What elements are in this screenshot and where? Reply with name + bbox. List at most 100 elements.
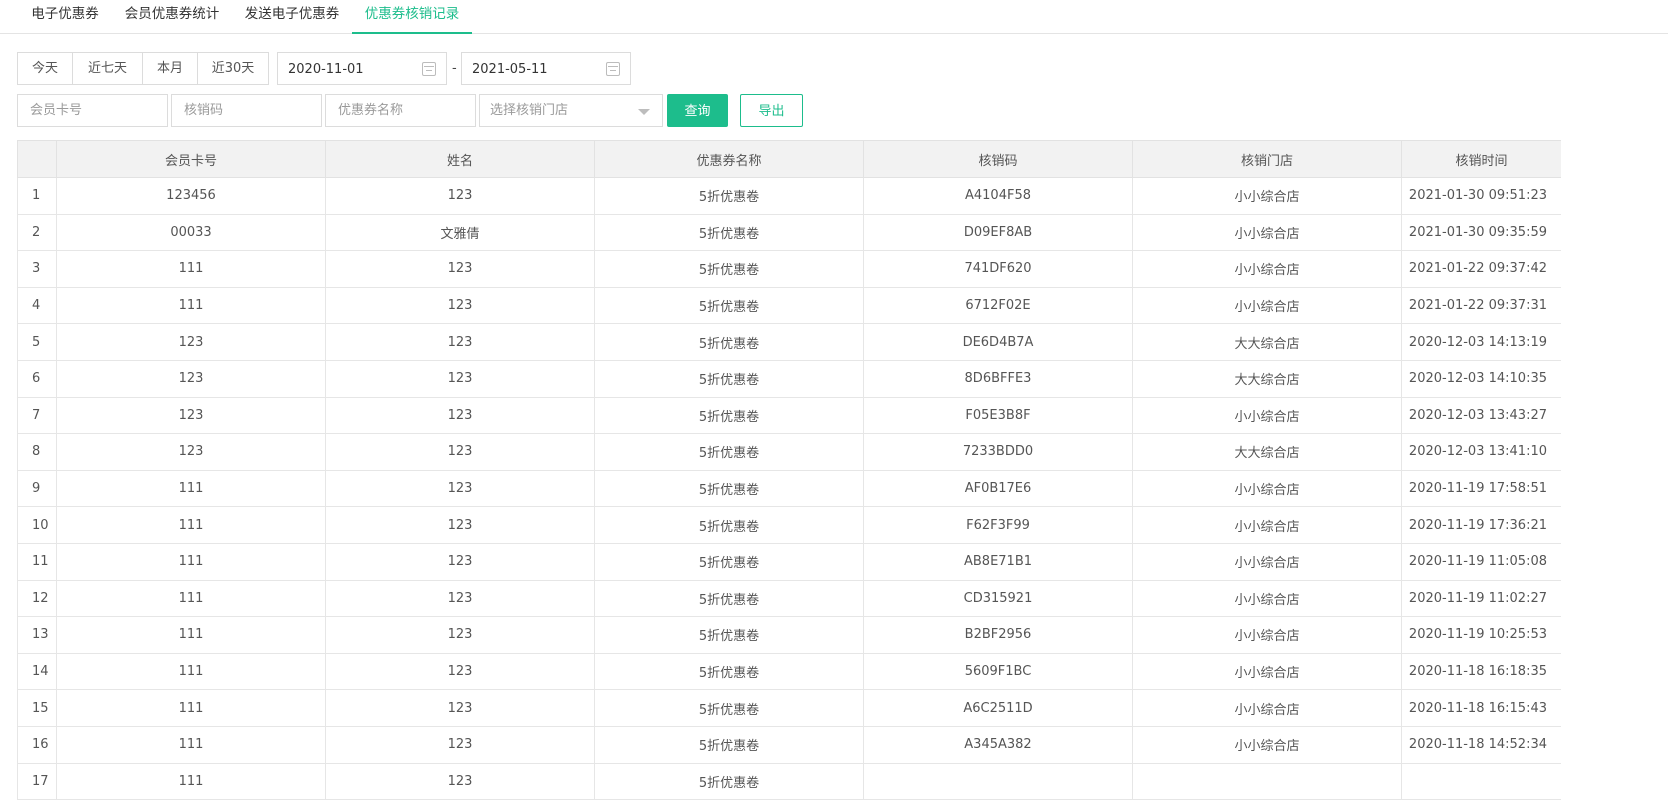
export-button[interactable]: 导出 xyxy=(740,94,803,127)
row-index: 4 xyxy=(17,286,57,325)
table-row: 7 123 123 5折优惠卷 F05E3B8F 小小综合店 2020-12-03 13:4… xyxy=(17,396,1561,435)
time-cell: 2020-11-19 11:02:27 xyxy=(1401,579,1561,618)
coupon-name-cell: 5折优惠卷 xyxy=(594,323,864,361)
code-cell: A6C2511D xyxy=(863,689,1133,727)
member-card-cell: 123 xyxy=(56,396,326,435)
store-cell xyxy=(1132,762,1402,801)
table-row: 3 111 123 5折优惠卷 741DF620 小小综合店 2021-01-22 09:3… xyxy=(17,250,1561,288)
range-today-button[interactable]: 今天 xyxy=(18,53,73,84)
coupon-name-cell: 5折优惠卷 xyxy=(594,579,864,618)
end-date-picker[interactable]: 2021-05-11 xyxy=(461,52,631,85)
name-cell: 123 xyxy=(325,433,595,471)
time-cell: 2021-01-22 09:37:31 xyxy=(1401,286,1561,325)
row-index: 5 xyxy=(17,323,57,361)
name-cell: 123 xyxy=(325,250,595,288)
code-cell: F62F3F99 xyxy=(863,506,1133,544)
store-cell: 大大综合店 xyxy=(1132,359,1402,398)
code-cell xyxy=(863,762,1133,801)
row-index: 16 xyxy=(17,725,57,764)
tab-redemption-records[interactable]: 优惠券核销记录 xyxy=(352,0,472,34)
name-cell: 123 xyxy=(325,725,595,764)
range-this-month-button[interactable]: 本月 xyxy=(143,53,198,84)
query-button[interactable]: 查询 xyxy=(667,94,728,127)
code-cell: A4104F58 xyxy=(863,177,1133,215)
name-cell: 123 xyxy=(325,689,595,727)
member-card-cell: 00033 xyxy=(56,213,326,252)
coupon-name-cell: 5折优惠卷 xyxy=(594,652,864,691)
row-index: 6 xyxy=(17,359,57,398)
name-cell: 123 xyxy=(325,469,595,508)
calendar-icon xyxy=(422,62,436,76)
name-cell: 文雅倩 xyxy=(325,213,595,252)
member-card-cell: 123 xyxy=(56,433,326,471)
column-header-code: 核销码 xyxy=(863,140,1133,178)
time-cell: 2020-12-03 13:43:27 xyxy=(1401,396,1561,435)
table-row: 11 111 123 5折优惠卷 AB8E71B1 小小综合店 2020-11-19 11:… xyxy=(17,542,1561,581)
name-cell: 123 xyxy=(325,616,595,654)
member-card-cell: 111 xyxy=(56,286,326,325)
tab-bar: 电子优惠券 会员优惠券统计 发送电子优惠券 优惠券核销记录 xyxy=(0,0,1668,34)
store-select[interactable]: 选择核销门店 xyxy=(479,94,663,127)
row-index: 3 xyxy=(17,250,57,288)
coupon-name-cell: 5折优惠卷 xyxy=(594,689,864,727)
store-cell: 小小综合店 xyxy=(1132,579,1402,618)
column-header-store: 核销门店 xyxy=(1132,140,1402,178)
time-cell: 2020-11-18 14:52:34 xyxy=(1401,725,1561,764)
store-cell: 小小综合店 xyxy=(1132,506,1402,544)
code-cell: F05E3B8F xyxy=(863,396,1133,435)
member-card-cell: 111 xyxy=(56,506,326,544)
row-index: 17 xyxy=(17,762,57,801)
time-cell: 2020-11-19 17:58:51 xyxy=(1401,469,1561,508)
coupon-name-cell: 5折优惠卷 xyxy=(594,250,864,288)
row-index: 14 xyxy=(17,652,57,691)
name-cell: 123 xyxy=(325,286,595,325)
member-card-input[interactable] xyxy=(17,94,168,127)
store-cell: 大大综合店 xyxy=(1132,323,1402,361)
coupon-name-input[interactable] xyxy=(325,94,476,127)
end-date-value: 2021-05-11 xyxy=(472,62,548,77)
member-card-cell: 123 xyxy=(56,323,326,361)
tab-electronic-coupons[interactable]: 电子优惠券 xyxy=(18,0,112,34)
code-cell: AF0B17E6 xyxy=(863,469,1133,508)
coupon-name-cell: 5折优惠卷 xyxy=(594,396,864,435)
member-card-cell: 123456 xyxy=(56,177,326,215)
row-index: 10 xyxy=(17,506,57,544)
member-card-cell: 111 xyxy=(56,762,326,801)
time-cell: 2021-01-22 09:37:42 xyxy=(1401,250,1561,288)
redemption-code-input[interactable] xyxy=(171,94,322,127)
time-cell: 2020-11-19 17:36:21 xyxy=(1401,506,1561,544)
store-cell: 大大综合店 xyxy=(1132,433,1402,471)
table-row: 8 123 123 5折优惠卷 7233BDD0 大大综合店 2020-12-03 13:4… xyxy=(17,433,1561,471)
tab-member-coupon-stats[interactable]: 会员优惠券统计 xyxy=(112,0,232,34)
range-30days-button[interactable]: 近30天 xyxy=(198,53,268,84)
table-row: 16 111 123 5折优惠卷 A345A382 小小综合店 2020-11-18 14:… xyxy=(17,725,1561,764)
start-date-picker[interactable]: 2020-11-01 xyxy=(277,52,447,85)
date-range-shortcuts: 今天 近七天 本月 近30天 xyxy=(17,52,269,85)
store-cell: 小小综合店 xyxy=(1132,725,1402,764)
range-7days-button[interactable]: 近七天 xyxy=(73,53,143,84)
code-cell: A345A382 xyxy=(863,725,1133,764)
code-cell: B2BF2956 xyxy=(863,616,1133,654)
store-cell: 小小综合店 xyxy=(1132,396,1402,435)
name-cell: 123 xyxy=(325,177,595,215)
redemption-table-container: 会员卡号 姓名 优惠券名称 核销码 核销门店 核销时间 1 123456 123 5折… xyxy=(17,140,1561,808)
store-cell: 小小综合店 xyxy=(1132,616,1402,654)
table-row: 5 123 123 5折优惠卷 DE6D4B7A 大大综合店 2020-12-03 14:1… xyxy=(17,323,1561,361)
member-card-cell: 111 xyxy=(56,725,326,764)
column-header-card: 会员卡号 xyxy=(56,140,326,178)
table-row: 17 111 123 5折优惠卷 xyxy=(17,762,1561,801)
store-cell: 小小综合店 xyxy=(1132,542,1402,581)
code-cell: AB8E71B1 xyxy=(863,542,1133,581)
table-row: 10 111 123 5折优惠卷 F62F3F99 小小综合店 2020-11-19 17:… xyxy=(17,506,1561,544)
name-cell: 123 xyxy=(325,579,595,618)
chevron-down-icon xyxy=(638,109,650,115)
row-index: 13 xyxy=(17,616,57,654)
time-cell: 2020-11-18 16:15:43 xyxy=(1401,689,1561,727)
start-date-value: 2020-11-01 xyxy=(288,62,364,77)
name-cell: 123 xyxy=(325,762,595,801)
tab-send-coupons[interactable]: 发送电子优惠券 xyxy=(232,0,352,34)
name-cell: 123 xyxy=(325,323,595,361)
code-cell: DE6D4B7A xyxy=(863,323,1133,361)
code-cell: 5609F1BC xyxy=(863,652,1133,691)
member-card-cell: 111 xyxy=(56,469,326,508)
